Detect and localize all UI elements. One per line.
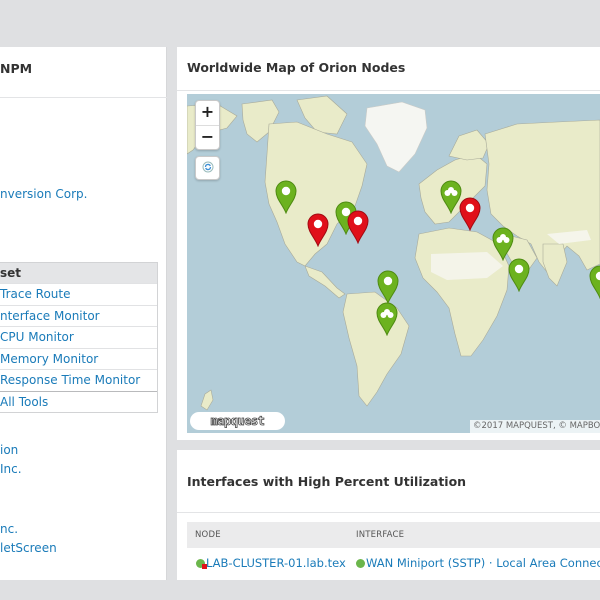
toolset-header: set [0, 263, 157, 283]
column-header-node[interactable]: NODE [195, 530, 221, 540]
map-marker-down[interactable] [307, 213, 329, 247]
node-cell: LAB-CLUSTER-01.lab.tex [196, 556, 346, 570]
map-marker-up[interactable] [275, 180, 297, 214]
interfaces-panel: Interfaces with High Percent Utilization… [177, 450, 600, 580]
tool-trace-route[interactable]: Trace Route [0, 283, 157, 305]
divider [177, 90, 600, 91]
map-marker-up[interactable] [508, 258, 530, 292]
column-header-interface[interactable]: INTERFACE [356, 530, 404, 540]
interface-status-icon [356, 559, 365, 568]
left-panel: NPM nversion Corp. set Trace Route nterf… [0, 47, 167, 580]
warning-badge-icon [202, 564, 207, 569]
company-link[interactable]: nversion Corp. [0, 187, 87, 201]
map-marker-up[interactable] [492, 227, 514, 261]
vendor-link[interactable]: letScreen [0, 541, 57, 555]
map-attribution: ©2017 MAPQUEST, © MAPBOX [470, 420, 600, 433]
zoom-in-button[interactable]: + [196, 101, 219, 125]
divider [0, 97, 167, 98]
tool-interface-monitor[interactable]: nterface Monitor [0, 304, 157, 327]
table-row: LAB-CLUSTER-01.lab.tex WAN Miniport (SST… [187, 554, 600, 574]
toolset-menu: set Trace Route nterface Monitor CPU Mon… [0, 262, 158, 413]
tool-all-tools[interactable]: All Tools [0, 390, 157, 413]
map-marker-down[interactable] [347, 210, 369, 244]
map-marker-up[interactable] [377, 270, 399, 304]
tool-memory-monitor[interactable]: Memory Monitor [0, 347, 157, 370]
vendor-link[interactable]: nc. [0, 522, 18, 536]
divider [177, 512, 600, 513]
zoom-out-button[interactable]: − [196, 125, 219, 149]
vendor-link[interactable]: Inc. [0, 462, 22, 476]
interfaces-panel-title: Interfaces with High Percent Utilization [187, 474, 467, 489]
vendor-link[interactable]: ion [0, 443, 18, 457]
refresh-icon [202, 161, 213, 173]
world-map[interactable]: + − mapquest ©2017 MAPQUEST, © MAPBOX [187, 94, 600, 433]
table-header: NODE INTERFACE [187, 522, 600, 548]
map-panel-title: Worldwide Map of Orion Nodes [187, 60, 406, 75]
map-panel: Worldwide Map of Orion Nodes + − mapques… [177, 47, 600, 440]
tool-response-time-monitor[interactable]: Response Time Monitor [0, 369, 157, 391]
interface-link[interactable]: WAN Miniport (SSTP) · Local Area Connect… [366, 556, 600, 570]
reset-view-button[interactable] [195, 156, 220, 180]
mapquest-logo[interactable]: mapquest [190, 412, 285, 430]
interface-cell: WAN Miniport (SSTP) · Local Area Connect… [356, 556, 600, 570]
node-link[interactable]: LAB-CLUSTER-01.lab.tex [206, 556, 346, 570]
map-marker-up[interactable] [376, 302, 398, 336]
map-marker-down[interactable] [459, 197, 481, 231]
tool-cpu-monitor[interactable]: CPU Monitor [0, 326, 157, 348]
world-map-land [187, 95, 600, 411]
node-status-icon [196, 559, 207, 569]
left-panel-title: NPM [0, 61, 33, 76]
zoom-control: + − [195, 100, 220, 150]
map-marker-up[interactable] [589, 265, 600, 299]
